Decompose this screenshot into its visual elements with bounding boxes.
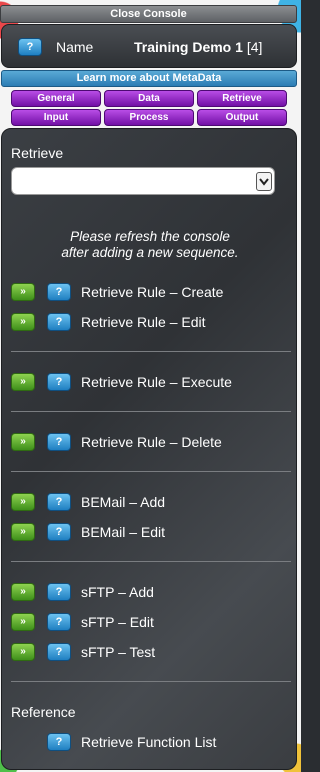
list-item: » ? sFTP – Edit xyxy=(11,612,281,632)
help-button[interactable]: ? xyxy=(47,733,71,751)
console-window: Close Console ? Name Training Demo 1 [4]… xyxy=(0,0,301,772)
list-item: » ? Retrieve Rule – Delete xyxy=(11,432,281,452)
help-button[interactable]: ? xyxy=(47,523,71,541)
go-button[interactable]: » xyxy=(11,373,35,391)
reference-heading: Reference xyxy=(11,704,76,720)
help-button[interactable]: ? xyxy=(47,493,71,511)
help-button[interactable]: ? xyxy=(47,373,71,391)
chevron-down-icon[interactable] xyxy=(256,172,272,191)
list-item: » ? Retrieve Rule – Create xyxy=(11,282,281,302)
help-button[interactable]: ? xyxy=(47,283,71,301)
item-sftp-edit[interactable]: sFTP – Edit xyxy=(81,614,154,630)
help-button[interactable]: ? xyxy=(47,613,71,631)
close-console-button[interactable]: Close Console xyxy=(0,5,297,23)
divider xyxy=(11,681,291,682)
divider xyxy=(11,561,291,562)
list-item: » ? sFTP – Add xyxy=(11,582,281,602)
learn-more-button[interactable]: Learn more about MetaData xyxy=(1,70,297,87)
item-retrieve-rule-delete[interactable]: Retrieve Rule – Delete xyxy=(81,434,222,450)
tab-process[interactable]: Process xyxy=(104,109,194,126)
item-retrieve-rule-execute[interactable]: Retrieve Rule – Execute xyxy=(81,374,232,390)
divider xyxy=(11,351,291,352)
divider xyxy=(11,411,291,412)
go-button[interactable]: » xyxy=(11,283,35,301)
help-button[interactable]: ? xyxy=(47,583,71,601)
refresh-note: Please refresh the console after adding … xyxy=(2,229,298,261)
retrieve-heading: Retrieve xyxy=(11,145,64,161)
go-button[interactable]: » xyxy=(11,643,35,661)
item-bemail-add[interactable]: BEMail – Add xyxy=(81,494,165,510)
sequence-name: Training Demo 1 [4] xyxy=(134,39,262,55)
tab-input[interactable]: Input xyxy=(11,109,101,126)
divider xyxy=(11,471,291,472)
item-sftp-add[interactable]: sFTP – Add xyxy=(81,584,154,600)
help-button[interactable]: ? xyxy=(47,433,71,451)
name-help-button[interactable]: ? xyxy=(18,38,42,56)
list-item: » ? Retrieve Rule – Edit xyxy=(11,312,281,332)
refresh-note-line1: Please refresh the console xyxy=(70,229,230,244)
go-button[interactable]: » xyxy=(11,313,35,331)
go-button[interactable]: » xyxy=(11,493,35,511)
retrieve-panel: Retrieve Please refresh the console afte… xyxy=(1,128,297,770)
item-sftp-test[interactable]: sFTP – Test xyxy=(81,644,155,660)
go-button[interactable]: » xyxy=(11,583,35,601)
tab-output[interactable]: Output xyxy=(197,109,287,126)
tab-general[interactable]: General xyxy=(11,90,101,107)
go-button[interactable]: » xyxy=(11,523,35,541)
item-retrieve-rule-edit[interactable]: Retrieve Rule – Edit xyxy=(81,314,206,330)
help-button[interactable]: ? xyxy=(47,313,71,331)
help-button[interactable]: ? xyxy=(47,643,71,661)
item-bemail-edit[interactable]: BEMail – Edit xyxy=(81,524,165,540)
list-item: ? Retrieve Function List xyxy=(11,732,281,752)
sequence-select[interactable] xyxy=(11,167,275,195)
sequence-name-value: Training Demo 1 xyxy=(134,39,243,55)
list-item: » ? BEMail – Edit xyxy=(11,522,281,542)
list-item: » ? sFTP – Test xyxy=(11,642,281,662)
item-retrieve-function-list[interactable]: Retrieve Function List xyxy=(81,734,216,750)
sequence-count: [4] xyxy=(246,39,263,55)
list-item: » ? BEMail – Add xyxy=(11,492,281,512)
refresh-note-line2: after adding a new sequence. xyxy=(61,245,239,260)
go-button[interactable]: » xyxy=(11,433,35,451)
name-label: Name xyxy=(56,39,94,55)
tab-retrieve[interactable]: Retrieve xyxy=(197,90,287,107)
list-item: » ? Retrieve Rule – Execute xyxy=(11,372,281,392)
go-button[interactable]: » xyxy=(11,613,35,631)
item-retrieve-rule-create[interactable]: Retrieve Rule – Create xyxy=(81,284,223,300)
tab-data[interactable]: Data xyxy=(104,90,194,107)
name-panel: ? Name Training Demo 1 [4] xyxy=(1,24,297,68)
